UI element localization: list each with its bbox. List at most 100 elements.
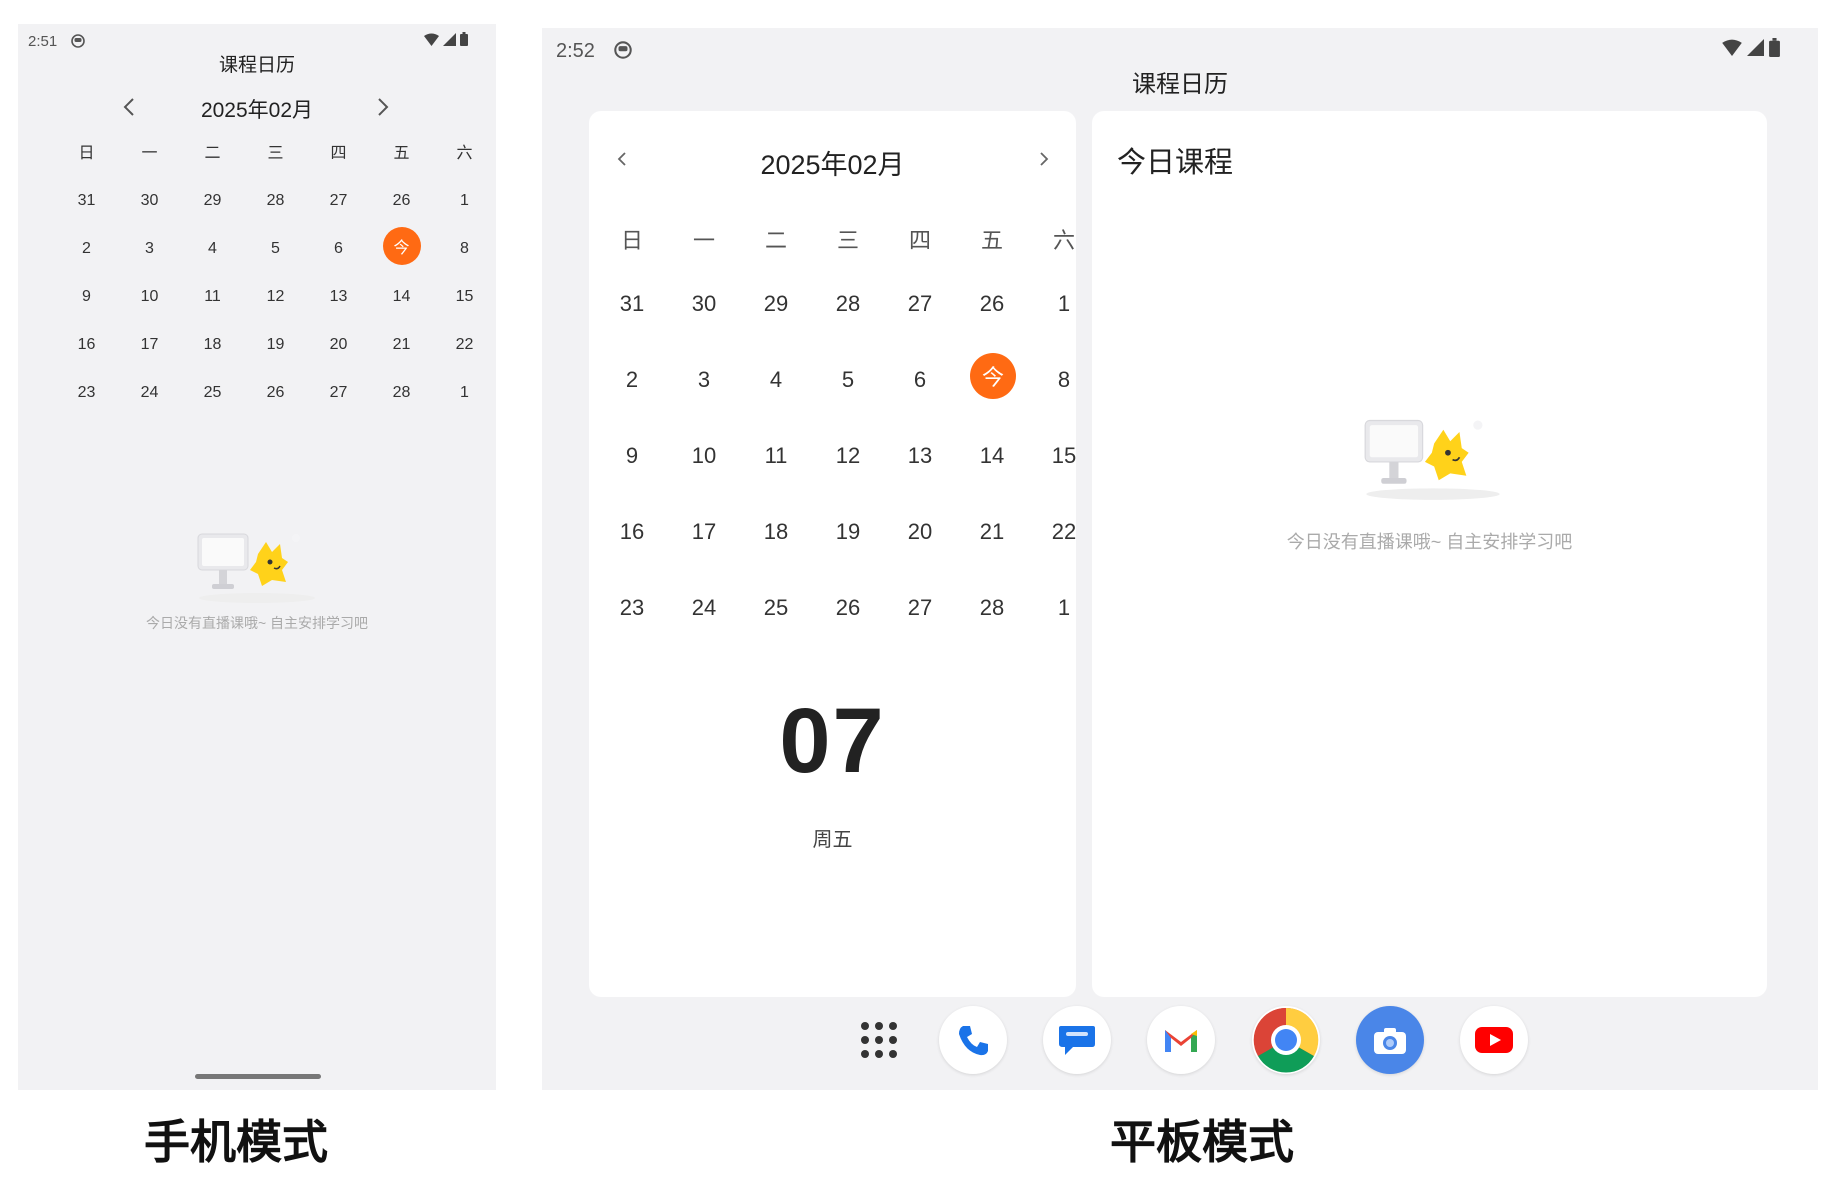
day-cell[interactable]: 10 — [118, 288, 181, 306]
app-notification-icon — [614, 41, 632, 59]
weekday-label: 四 — [330, 145, 347, 162]
day-cell[interactable]: 2 — [597, 367, 667, 393]
chrome-app-icon[interactable] — [1252, 1006, 1320, 1074]
day-cell[interactable]: 20 — [885, 519, 955, 545]
adjacent-month-day-cell[interactable]: 31 — [55, 192, 118, 210]
gmail-app-icon[interactable] — [1147, 1006, 1215, 1074]
day-cell[interactable]: 19 — [813, 519, 883, 545]
adjacent-month-day-cell[interactable]: 28 — [813, 291, 883, 317]
day-cell[interactable]: 19 — [244, 336, 307, 354]
day-cell[interactable]: 23 — [597, 595, 667, 621]
messages-app-icon[interactable] — [1043, 1006, 1111, 1074]
day-cell[interactable]: 14 — [370, 288, 433, 306]
day-cell[interactable]: 4 — [181, 240, 244, 258]
day-cell[interactable]: 25 — [741, 595, 811, 621]
weekday-label: 四 — [908, 228, 931, 253]
day-cell[interactable]: 5 — [244, 240, 307, 258]
day-cell[interactable]: 24 — [669, 595, 739, 621]
day-cell[interactable]: 18 — [181, 336, 244, 354]
selected-day-number: 07 — [779, 690, 886, 792]
weekday-label: 六 — [1052, 228, 1075, 253]
day-cell[interactable]: 27 — [307, 384, 370, 402]
day-cell[interactable]: 14 — [957, 443, 1027, 469]
today-courses-card: 今日课程 今日没有直播课哦~ 自主安排学习吧 — [1092, 111, 1767, 997]
tablet-mode-caption: 平板模式 — [1110, 1115, 1294, 1169]
day-cell[interactable]: 18 — [741, 519, 811, 545]
today-day-cell[interactable]: 今 — [970, 353, 1016, 399]
day-cell[interactable]: 4 — [741, 367, 811, 393]
adjacent-month-day-cell[interactable]: 1 — [433, 384, 496, 402]
day-cell[interactable]: 25 — [181, 384, 244, 402]
adjacent-month-day-cell[interactable]: 27 — [885, 291, 955, 317]
day-cell[interactable]: 21 — [957, 519, 1027, 545]
day-cell[interactable]: 3 — [118, 240, 181, 258]
adjacent-month-day-cell[interactable]: 30 — [669, 291, 739, 317]
day-cell[interactable]: 28 — [370, 384, 433, 402]
day-cell[interactable]: 6 — [885, 367, 955, 393]
day-cell[interactable]: 23 — [55, 384, 118, 402]
day-cell[interactable]: 12 — [813, 443, 883, 469]
day-cell[interactable]: 17 — [118, 336, 181, 354]
day-cell[interactable]: 10 — [669, 443, 739, 469]
phone-app-icon[interactable] — [939, 1006, 1007, 1074]
phone-mode-caption: 手机模式 — [144, 1115, 328, 1169]
camera-app-icon[interactable] — [1356, 1006, 1424, 1074]
today-day-cell[interactable]: 今 — [382, 227, 421, 265]
adjacent-month-day-cell[interactable]: 30 — [118, 192, 181, 210]
day-cell[interactable]: 21 — [370, 336, 433, 354]
day-cell[interactable]: 16 — [597, 519, 667, 545]
day-cell[interactable]: 13 — [885, 443, 955, 469]
day-cell[interactable]: 12 — [244, 288, 307, 306]
adjacent-month-day-cell[interactable]: 29 — [181, 192, 244, 210]
day-cell[interactable]: 13 — [307, 288, 370, 306]
next-month-button[interactable] — [1035, 147, 1053, 171]
day-cell[interactable]: 22 — [433, 336, 496, 354]
adjacent-month-day-cell[interactable]: 26 — [370, 192, 433, 210]
app-notification-icon — [71, 34, 85, 48]
day-cell[interactable]: 15 — [433, 288, 496, 306]
day-cell[interactable]: 20 — [307, 336, 370, 354]
month-label: 2025年02月 — [200, 99, 314, 122]
page-title: 课程日历 — [218, 55, 295, 76]
wifi-icon — [424, 33, 439, 46]
tablet-screen: 2:52 课程日历 2025年02月 日一二三四五六 31 30 29 28 27 26 1… — [542, 28, 1818, 1090]
weekday-header: 日一二三四五六 — [55, 139, 496, 165]
adjacent-month-day-cell[interactable]: 31 — [597, 291, 667, 317]
status-time: 2:52 — [556, 40, 595, 62]
day-cell[interactable]: 6 — [307, 240, 370, 258]
adjacent-month-day-cell[interactable]: 26 — [957, 291, 1027, 317]
day-cell[interactable]: 17 — [669, 519, 739, 545]
day-cell[interactable]: 3 — [669, 367, 739, 393]
adjacent-month-day-cell[interactable]: 29 — [741, 291, 811, 317]
phone-screen: 2:51 课程日历 2025年02月 日一二三四五六 31 30 29 28 27 26 1… — [18, 24, 496, 1090]
next-month-button[interactable] — [372, 94, 394, 120]
day-cell[interactable]: 15 — [1029, 443, 1099, 469]
battery-icon — [460, 32, 468, 46]
day-cell[interactable]: 28 — [957, 595, 1027, 621]
day-cell[interactable]: 9 — [55, 288, 118, 306]
youtube-app-icon[interactable] — [1460, 1006, 1528, 1074]
adjacent-month-day-cell[interactable]: 28 — [244, 192, 307, 210]
selected-weekday-label: 周五 — [812, 829, 853, 851]
calendar-card: 2025年02月 日一二三四五六 31 30 29 28 27 26 1 2 3 4 5 6 今 8 9 10… — [589, 111, 1076, 997]
day-cell[interactable]: 1 — [433, 192, 496, 210]
day-cell[interactable]: 27 — [885, 595, 955, 621]
day-cell[interactable]: 5 — [813, 367, 883, 393]
day-cell[interactable]: 24 — [118, 384, 181, 402]
day-cell[interactable]: 26 — [813, 595, 883, 621]
day-cell[interactable]: 9 — [597, 443, 667, 469]
adjacent-month-day-cell[interactable]: 1 — [1029, 595, 1099, 621]
day-cell[interactable]: 22 — [1029, 519, 1099, 545]
app-drawer-icon[interactable] — [845, 1006, 913, 1074]
day-cell[interactable]: 1 — [1029, 291, 1099, 317]
day-cell[interactable]: 2 — [55, 240, 118, 258]
day-cell[interactable]: 8 — [1029, 367, 1099, 393]
home-indicator[interactable] — [195, 1074, 321, 1079]
day-cell[interactable]: 11 — [181, 288, 244, 306]
weekday-label: 二 — [204, 145, 221, 162]
day-cell[interactable]: 26 — [244, 384, 307, 402]
day-cell[interactable]: 11 — [741, 443, 811, 469]
day-cell[interactable]: 8 — [433, 240, 496, 258]
day-cell[interactable]: 16 — [55, 336, 118, 354]
adjacent-month-day-cell[interactable]: 27 — [307, 192, 370, 210]
